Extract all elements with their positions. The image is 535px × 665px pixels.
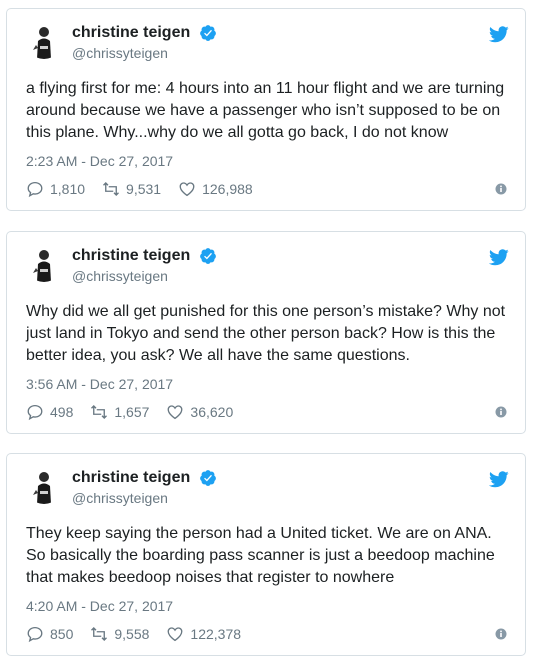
timestamp[interactable]: 4:20 AM - Dec 27, 2017 (26, 598, 173, 614)
reply-count: 498 (50, 404, 74, 420)
retweet-button[interactable]: 9,558 (90, 625, 149, 643)
display-name[interactable]: christine teigen (72, 247, 190, 265)
display-name[interactable]: christine teigen (72, 469, 190, 487)
tweet-card[interactable]: christine teigen @chrissyteigen Why did … (6, 231, 526, 434)
avatar[interactable] (26, 468, 62, 504)
retweet-button[interactable]: 1,657 (90, 403, 149, 421)
heart-icon (179, 182, 195, 197)
tweet-text: a flying first for me: 4 hours into an 1… (26, 80, 505, 141)
reply-button[interactable]: 1,810 (26, 180, 85, 198)
tweet-text: Why did we all get punished for this one… (26, 303, 506, 364)
avatar[interactable] (26, 246, 62, 282)
avatar[interactable] (26, 23, 62, 59)
info-icon[interactable] (495, 628, 507, 640)
verified-badge-icon (199, 25, 216, 41)
retweet-count: 9,531 (126, 181, 162, 197)
tweet-card[interactable]: christine teigen @chrissyteigen a flying… (6, 8, 526, 211)
reply-icon (27, 626, 43, 643)
retweet-button[interactable]: 9,531 (102, 180, 161, 198)
info-icon[interactable] (495, 183, 507, 195)
reply-button[interactable]: 498 (26, 403, 73, 421)
tweet-actions: 850 9,558 122,378 (26, 624, 258, 644)
like-button[interactable]: 36,620 (166, 403, 233, 421)
reply-count: 1,810 (50, 181, 86, 197)
retweet-icon (91, 405, 108, 419)
twitter-bird-icon[interactable] (489, 249, 509, 266)
author-block[interactable]: christine teigen @chrissyteigen (72, 469, 217, 506)
info-icon[interactable] (495, 406, 507, 418)
heart-icon (167, 627, 183, 642)
retweet-icon (103, 182, 120, 196)
tweet-actions: 498 1,657 36,620 (26, 402, 250, 422)
reply-icon (27, 404, 43, 421)
timestamp[interactable]: 2:23 AM - Dec 27, 2017 (26, 153, 173, 169)
retweet-icon (91, 627, 108, 641)
like-button[interactable]: 122,378 (166, 625, 241, 643)
handle[interactable]: @chrissyteigen (72, 268, 217, 284)
twitter-bird-icon[interactable] (489, 26, 509, 43)
retweet-count: 1,657 (114, 404, 150, 420)
retweet-count: 9,558 (114, 626, 150, 642)
verified-badge-icon (199, 248, 216, 264)
like-count: 122,378 (190, 626, 242, 642)
twitter-bird-icon[interactable] (489, 471, 509, 488)
tweet-card[interactable]: christine teigen @chrissyteigen They kee… (6, 453, 526, 656)
reply-button[interactable]: 850 (26, 625, 73, 643)
display-name[interactable]: christine teigen (72, 24, 190, 42)
author-block[interactable]: christine teigen @chrissyteigen (72, 247, 217, 284)
like-count: 36,620 (190, 404, 234, 420)
handle[interactable]: @chrissyteigen (72, 45, 217, 61)
verified-badge-icon (199, 470, 216, 486)
author-block[interactable]: christine teigen @chrissyteigen (72, 24, 217, 61)
heart-icon (167, 405, 183, 420)
reply-count: 850 (50, 626, 74, 642)
reply-icon (27, 181, 43, 198)
timestamp[interactable]: 3:56 AM - Dec 27, 2017 (26, 376, 173, 392)
like-count: 126,988 (202, 181, 253, 197)
handle[interactable]: @chrissyteigen (72, 490, 217, 506)
tweet-text: They keep saying the person had a United… (26, 525, 495, 586)
like-button[interactable]: 126,988 (178, 180, 253, 198)
tweet-actions: 1,810 9,531 126,988 (26, 179, 270, 199)
